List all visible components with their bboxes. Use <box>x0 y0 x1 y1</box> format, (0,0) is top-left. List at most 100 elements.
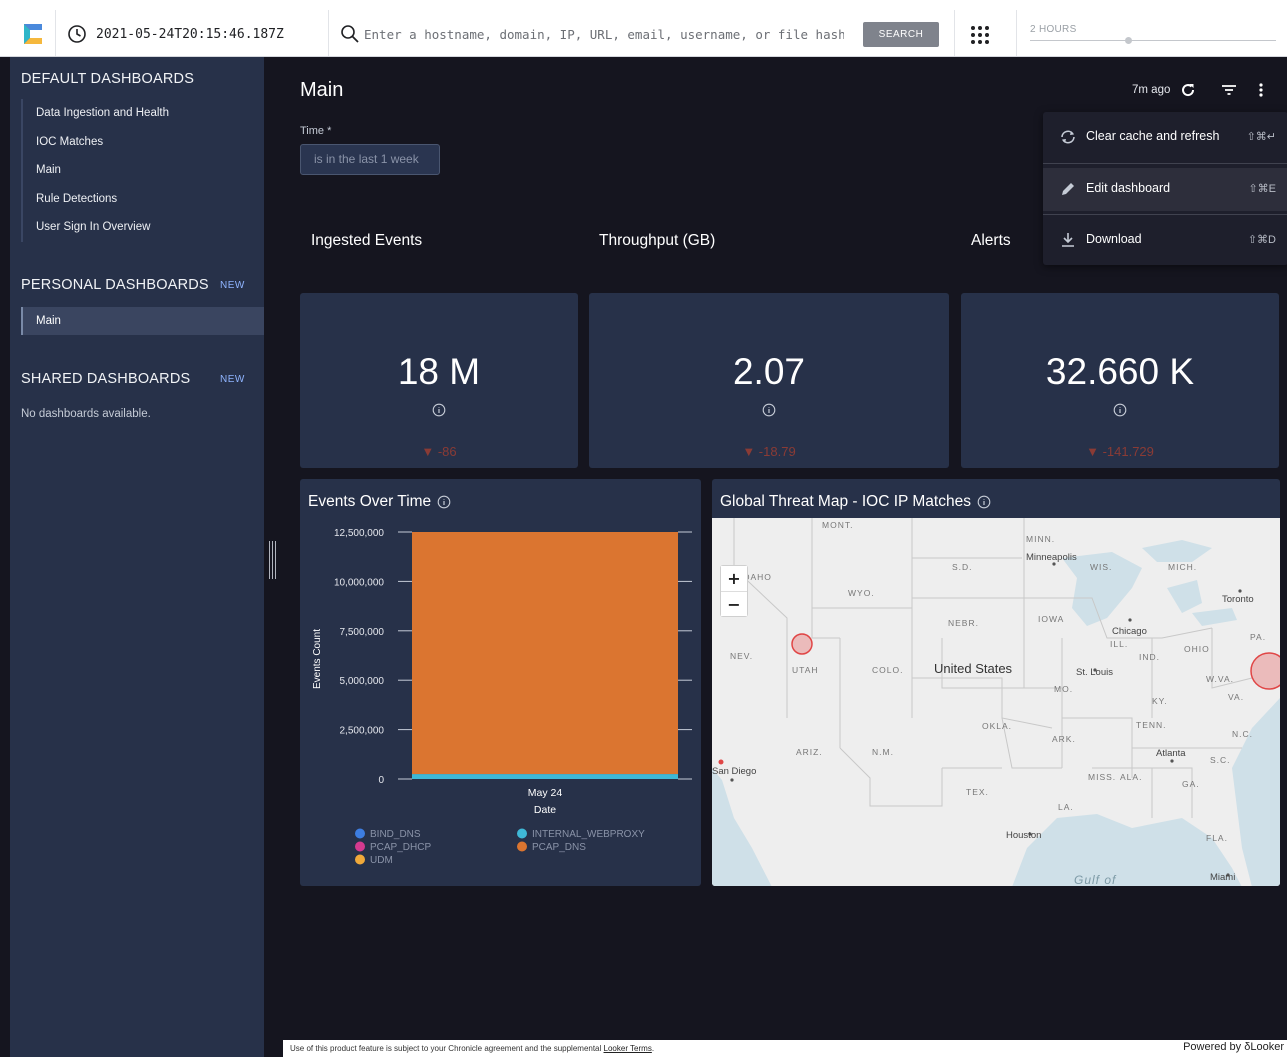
shared-dashboards-title: SHARED DASHBOARDS <box>21 371 191 387</box>
default-dashboards-list: Data Ingestion and Health IOC Matches Ma… <box>21 99 263 242</box>
sidebar-item-personal-main[interactable]: Main <box>21 307 264 335</box>
map-label: LA. <box>1058 802 1074 812</box>
threat-map[interactable]: MONT. MINN. Minneapolis WIS. MICH. IDAHO… <box>712 518 1280 886</box>
menu-shortcut: ⇧⌘D <box>1247 234 1276 246</box>
y-tick-label: 2,500,000 <box>340 726 385 737</box>
x-tick-label: May 24 <box>528 787 563 799</box>
personal-new-button[interactable]: NEW <box>220 280 245 291</box>
map-label: ARK. <box>1052 734 1076 744</box>
map-label: ARIZ. <box>796 747 823 757</box>
map-label: OHIO <box>1184 644 1210 654</box>
map-label: ALA. <box>1120 772 1142 782</box>
threat-map-panel: Global Threat Map - IOC IP Matches MONT.… <box>712 479 1280 886</box>
map-title: Global Threat Map - IOC IP Matches <box>720 493 971 510</box>
time-filter-label: Time * <box>300 125 332 137</box>
map-label: UTAH <box>792 665 819 675</box>
map-label: N.C. <box>1232 729 1253 739</box>
legend-label: INTERNAL_WEBPROXY <box>532 829 645 840</box>
map-label: ILL. <box>1110 639 1128 649</box>
filter-icon[interactable] <box>1220 81 1238 99</box>
divider <box>328 10 329 56</box>
area-internal_webproxy <box>412 774 678 779</box>
tile-value: 2.07 <box>732 351 805 392</box>
menu-shortcut: ⇧⌘E <box>1248 183 1276 195</box>
refresh-icon[interactable] <box>1179 81 1197 99</box>
map-label: GA. <box>1182 779 1200 789</box>
more-vert-icon[interactable] <box>1255 81 1267 99</box>
current-timestamp: 2021-05-24T20:15:46.187Z <box>96 27 284 42</box>
map-label: MONT. <box>822 520 853 530</box>
resize-handle-icon[interactable] <box>269 541 276 579</box>
tile-ingested-events[interactable]: 18 M ▼ -86 <box>300 293 578 468</box>
map-label: S.D. <box>952 562 973 572</box>
y-tick-label: 12,500,000 <box>334 528 384 539</box>
sidebar-splitter[interactable] <box>264 57 283 1057</box>
tile-delta: ▼ -141.729 <box>1086 444 1154 459</box>
panel-title: Global Threat Map - IOC IP Matches <box>720 493 991 511</box>
pencil-icon <box>1062 183 1074 195</box>
looker-terms-link[interactable]: Looker Terms <box>604 1044 652 1053</box>
refresh-icon <box>1061 130 1075 144</box>
time-range-slider-handle[interactable] <box>1125 37 1133 44</box>
info-icon[interactable] <box>432 403 446 417</box>
map-label: Houston <box>1006 830 1041 841</box>
search-button[interactable]: SEARCH <box>863 22 939 47</box>
area-pcap_dns <box>412 532 678 775</box>
events-chart: 0 2,500,000 5,000,000 7,500,000 10,000,000 12… <box>312 528 692 866</box>
ioc-match-marker[interactable] <box>1250 652 1280 690</box>
sidebar-item-main[interactable]: Main <box>23 156 263 185</box>
tile-heading-throughput: Throughput (GB) <box>599 232 716 249</box>
events-over-time-panel: Events Over Time 0 2,500,000 5,000,000 7,50… <box>300 479 701 886</box>
y-tick-label: 0 <box>378 775 384 786</box>
pacific-ocean <box>712 768 772 886</box>
zoom-in-button[interactable]: + <box>721 566 747 591</box>
top-bar: 2021-05-24T20:15:46.187Z SEARCH 2 HOURS <box>0 0 1287 57</box>
last-updated: 7m ago <box>1132 84 1171 96</box>
lake-erie <box>1192 608 1237 626</box>
chronicle-logo[interactable] <box>10 10 56 56</box>
zoom-out-button[interactable]: − <box>721 591 747 616</box>
map-label: United States <box>934 661 1013 676</box>
legend-label: PCAP_DHCP <box>370 842 431 853</box>
sidebar: DEFAULT DASHBOARDS Data Ingestion and He… <box>10 57 264 1057</box>
map-label: Toronto <box>1222 594 1254 605</box>
footer-text: Use of this product feature is subject t… <box>290 1044 654 1053</box>
map-label: VA. <box>1228 692 1244 702</box>
tile-alerts[interactable]: 32.660 K ▼ -141.729 <box>961 293 1279 468</box>
clock-icon[interactable] <box>66 23 88 45</box>
map-label: MO. <box>1054 684 1073 694</box>
lake-superior <box>1142 540 1212 562</box>
menu-item-clear-cache[interactable]: Clear cache and refresh ⇧⌘↵ <box>1043 116 1287 159</box>
menu-label: Edit dashboard <box>1086 181 1171 195</box>
shared-new-button[interactable]: NEW <box>220 374 245 385</box>
info-icon[interactable] <box>1113 403 1127 417</box>
legend-swatch <box>517 841 527 852</box>
sidebar-item-ioc-matches[interactable]: IOC Matches <box>23 128 263 157</box>
dashboard-actions-menu: Clear cache and refresh ⇧⌘↵ Edit dashboa… <box>1043 112 1287 265</box>
dashboard-main: Main 7m ago Time * is in the last 1 week… <box>283 57 1287 1040</box>
gulf-of-mexico <box>1012 814 1242 886</box>
page-title: Main <box>300 79 344 101</box>
time-filter-input[interactable]: is in the last 1 week <box>300 144 440 175</box>
tile-value: 32.660 K <box>1045 351 1195 392</box>
search-input[interactable] <box>364 22 844 46</box>
tile-throughput[interactable]: 2.07 ▼ -18.79 <box>589 293 949 468</box>
menu-item-download[interactable]: Download ⇧⌘D <box>1043 219 1287 262</box>
sidebar-item-rule-detections[interactable]: Rule Detections <box>23 185 263 214</box>
menu-item-edit-dashboard[interactable]: Edit dashboard ⇧⌘E <box>1043 168 1287 211</box>
time-range-slider[interactable] <box>1030 40 1276 41</box>
sidebar-item-user-sign-in[interactable]: User Sign In Overview <box>23 213 263 242</box>
info-icon[interactable] <box>977 495 991 509</box>
legend-swatch <box>355 854 365 865</box>
tile-heading-alerts: Alerts <box>971 232 1011 249</box>
sidebar-item-data-ingestion[interactable]: Data Ingestion and Health <box>23 99 263 128</box>
ioc-match-marker[interactable] <box>791 633 813 655</box>
map-label: MINN. <box>1026 534 1055 544</box>
apps-grid-icon[interactable] <box>970 25 990 45</box>
menu-shortcut: ⇧⌘↵ <box>1246 131 1276 143</box>
map-label: San Diego <box>712 766 756 777</box>
ioc-match-marker[interactable] <box>718 759 724 765</box>
legend-swatch <box>517 828 527 839</box>
info-icon[interactable] <box>762 403 776 417</box>
legend-swatch <box>355 828 365 839</box>
